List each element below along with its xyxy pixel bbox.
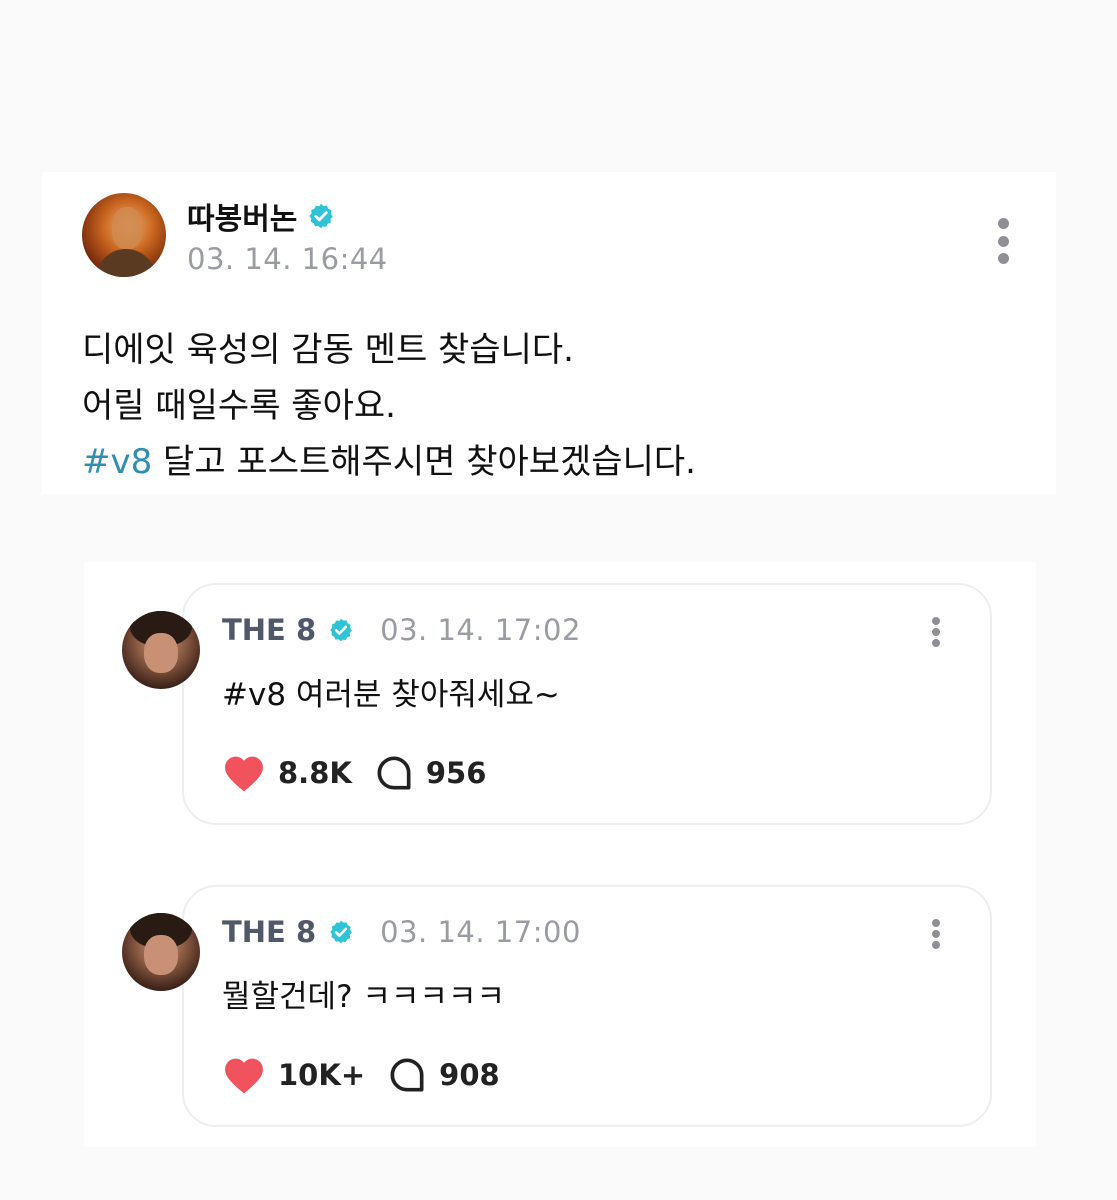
- kebab-dot: [998, 253, 1009, 264]
- heart-icon: [225, 1058, 263, 1094]
- avatar-face: [144, 935, 178, 975]
- post-body-line: 어릴 때일수록 좋아요.: [82, 386, 396, 426]
- post-author-name[interactable]: 따봉버논: [187, 194, 297, 238]
- post-body-text: 달고 포스트해주시면 찾아보겠습니다.: [152, 442, 696, 482]
- like-count: 10K+: [278, 1058, 366, 1092]
- reply-timestamp: 03. 14. 17:02: [380, 613, 581, 647]
- comment-count: 956: [425, 756, 487, 790]
- heart-icon: [225, 756, 263, 792]
- post-body: 디에잇 육성의 감동 멘트 찾습니다. 어릴 때일수록 좋아요. #v8 달고 …: [82, 322, 696, 490]
- post-author-avatar[interactable]: [82, 193, 166, 277]
- kebab-dot: [932, 941, 940, 949]
- reply-author-name[interactable]: THE 8: [222, 915, 316, 949]
- avatar-face: [144, 633, 178, 673]
- kebab-dot: [932, 617, 940, 625]
- kebab-dot: [932, 628, 940, 636]
- comment-button[interactable]: 956: [374, 753, 487, 793]
- reply-author-avatar[interactable]: [122, 913, 200, 991]
- more-vertical-icon[interactable]: [932, 617, 942, 647]
- verified-badge-icon: [328, 617, 354, 643]
- post-author-name-row: 따봉버논: [187, 194, 335, 238]
- reply-header: THE 8 03. 14. 17:02: [222, 613, 581, 647]
- kebab-dot: [998, 235, 1009, 247]
- reply-author-avatar[interactable]: [122, 611, 200, 689]
- more-vertical-icon[interactable]: [932, 919, 942, 949]
- verified-badge-icon: [328, 919, 354, 945]
- verified-badge-icon: [307, 202, 335, 230]
- reply-text: #v8 여러분 찾아줘세요~: [222, 677, 560, 713]
- replies-section: THE 8 03. 14. 17:02 #v8 여러분 찾아줘세요~ 8.8K: [84, 562, 1036, 1147]
- reply-text: 뭘할건데? ㅋㅋㅋㅋㅋ: [222, 979, 505, 1015]
- like-button[interactable]: 8.8K: [222, 753, 352, 793]
- hashtag-link[interactable]: #v8: [82, 442, 152, 482]
- reply-timestamp: 03. 14. 17:00: [380, 915, 581, 949]
- kebab-dot: [932, 919, 940, 927]
- like-count: 8.8K: [278, 756, 352, 790]
- like-button[interactable]: 10K+: [222, 1055, 365, 1095]
- post-timestamp: 03. 14. 16:44: [187, 242, 388, 276]
- post-card: 따봉버논 03. 14. 16:44 디에잇 육성의 감동 멘트 찾습니다. 어…: [42, 172, 1056, 494]
- kebab-dot: [998, 218, 1009, 229]
- kebab-dot: [932, 930, 940, 938]
- post-body-line: #v8 달고 포스트해주시면 찾아보겠습니다.: [82, 434, 696, 490]
- reply-header: THE 8 03. 14. 17:00: [222, 915, 581, 949]
- reply-stats: 10K+ 908: [222, 1055, 522, 1095]
- reply-stats: 8.8K 956: [222, 753, 508, 793]
- comment-count: 908: [439, 1058, 500, 1092]
- kebab-dot: [932, 639, 940, 647]
- reply-card[interactable]: THE 8 03. 14. 17:00 뭘할건데? ㅋㅋㅋㅋㅋ 10K+ 908: [122, 885, 992, 1127]
- speech-bubble-icon: [390, 1058, 424, 1092]
- more-vertical-icon[interactable]: [998, 218, 1010, 264]
- comment-button[interactable]: 908: [387, 1055, 500, 1095]
- speech-bubble-icon: [377, 756, 411, 790]
- reply-card[interactable]: THE 8 03. 14. 17:02 #v8 여러분 찾아줘세요~ 8.8K: [122, 583, 992, 825]
- post-body-line: 디에잇 육성의 감동 멘트 찾습니다.: [82, 330, 574, 370]
- avatar-shirt: [96, 249, 156, 277]
- reply-author-name[interactable]: THE 8: [222, 613, 316, 647]
- avatar-face: [112, 207, 142, 249]
